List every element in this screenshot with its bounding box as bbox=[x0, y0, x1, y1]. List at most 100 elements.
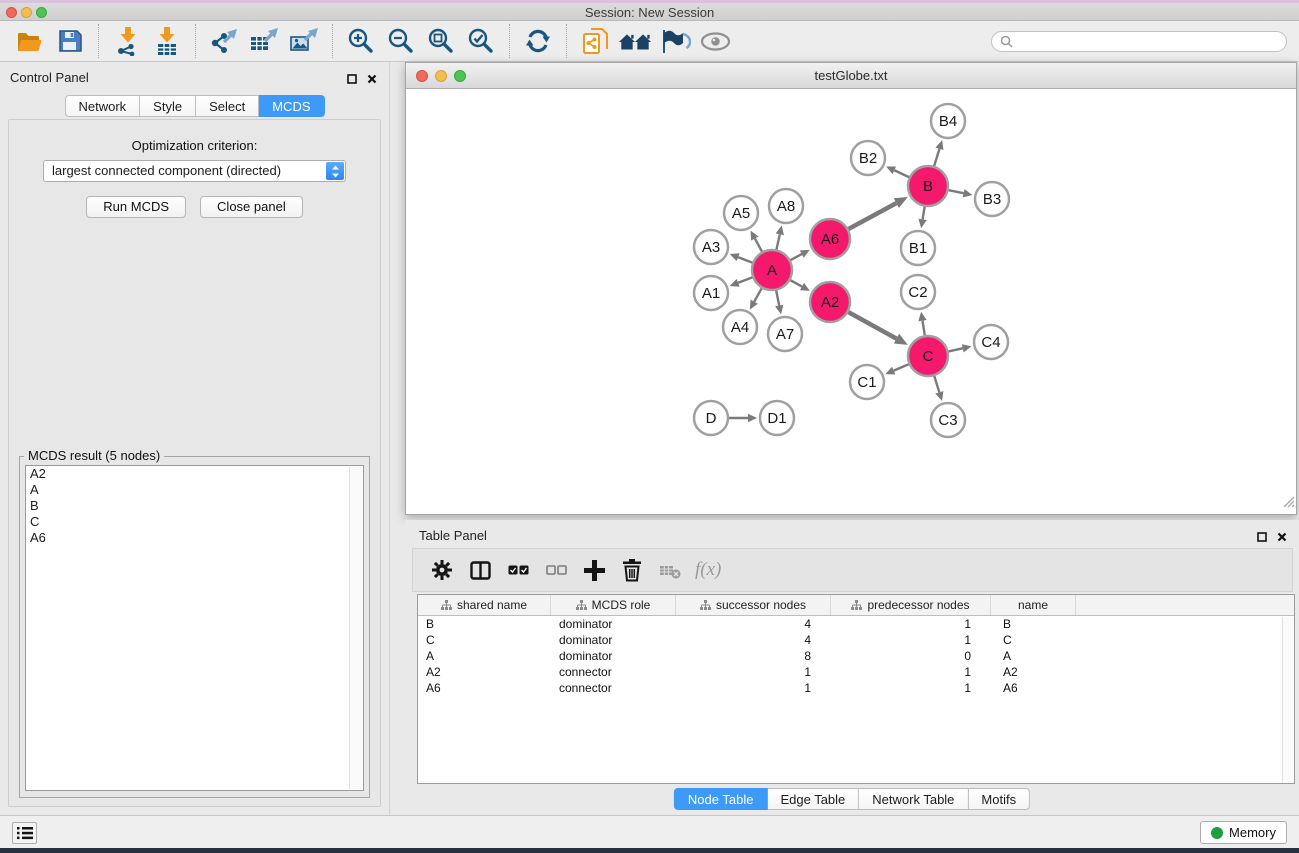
graph-edge[interactable] bbox=[848, 203, 896, 229]
list-item[interactable]: A6 bbox=[26, 530, 363, 546]
mcds-result-list[interactable]: A2ABCA6 bbox=[25, 465, 364, 791]
table-settings-button[interactable] bbox=[423, 552, 461, 588]
graph-edge[interactable] bbox=[949, 190, 964, 193]
column-header-mcds-role[interactable]: MCDS role bbox=[551, 595, 676, 615]
tab-select[interactable]: Select bbox=[196, 95, 259, 117]
memory-button[interactable]: Memory bbox=[1200, 821, 1287, 844]
search-input[interactable] bbox=[1013, 33, 1286, 50]
tab-mcds[interactable]: MCDS bbox=[259, 95, 324, 117]
graph-node-label: A3 bbox=[702, 239, 720, 256]
list-item[interactable]: A bbox=[26, 482, 363, 498]
import-network-button[interactable] bbox=[110, 24, 144, 58]
table-row[interactable]: Cdominator41C bbox=[418, 632, 1294, 648]
table-row[interactable]: Bdominator41B bbox=[418, 616, 1294, 632]
deselect-all-button[interactable] bbox=[537, 552, 575, 588]
close-panel-button[interactable] bbox=[1277, 529, 1287, 547]
task-history-button[interactable] bbox=[12, 822, 37, 844]
tab-edge-table[interactable]: Edge Table bbox=[767, 788, 859, 810]
close-panel-button[interactable] bbox=[367, 71, 377, 89]
float-panel-button[interactable] bbox=[1257, 529, 1267, 547]
close-icon bbox=[1277, 532, 1287, 542]
table-row[interactable]: A6connector11A6 bbox=[418, 680, 1294, 696]
zoom-fit-button[interactable] bbox=[424, 24, 458, 58]
add-column-button[interactable] bbox=[575, 552, 613, 588]
list-scrollbar[interactable] bbox=[349, 467, 362, 789]
run-mcds-button[interactable]: Run MCDS bbox=[86, 196, 186, 218]
cell-mcds-role: dominator bbox=[551, 632, 676, 648]
column-header-successor-nodes[interactable]: successor nodes bbox=[676, 595, 831, 615]
zoom-selected-button[interactable] bbox=[464, 24, 498, 58]
table-row[interactable]: Adominator80A bbox=[418, 648, 1294, 664]
cell-shared-name: A2 bbox=[418, 664, 551, 680]
column-header-shared-name[interactable]: shared name bbox=[418, 595, 551, 615]
close-panel-action-button[interactable]: Close panel bbox=[200, 196, 303, 218]
node-table[interactable]: shared nameMCDS rolesuccessor nodesprede… bbox=[417, 594, 1295, 784]
refresh-button[interactable] bbox=[521, 24, 555, 58]
graph-edge[interactable] bbox=[934, 376, 939, 392]
graph-edge[interactable] bbox=[754, 288, 762, 301]
zoom-in-button[interactable] bbox=[344, 24, 378, 58]
show-panels-button[interactable] bbox=[698, 24, 732, 58]
graph-edge[interactable] bbox=[738, 257, 752, 262]
clone-network-button[interactable] bbox=[578, 24, 612, 58]
graph-node-label: B1 bbox=[909, 240, 927, 257]
function-builder-button[interactable]: f(x) bbox=[695, 559, 721, 581]
resize-grip-icon[interactable] bbox=[1282, 495, 1295, 513]
tab-style[interactable]: Style bbox=[140, 95, 196, 117]
delete-table-button[interactable] bbox=[651, 552, 689, 588]
optimization-label: Optimization criterion: bbox=[9, 138, 380, 153]
tab-network-table[interactable]: Network Table bbox=[859, 788, 968, 810]
save-icon bbox=[58, 29, 82, 53]
graph-edge[interactable] bbox=[755, 238, 762, 251]
save-session-button[interactable] bbox=[53, 24, 87, 58]
list-item[interactable]: A2 bbox=[26, 466, 363, 482]
select-all-button[interactable] bbox=[499, 552, 537, 588]
split-view-button[interactable] bbox=[461, 552, 499, 588]
export-network-button[interactable] bbox=[207, 24, 241, 58]
search-box[interactable] bbox=[991, 31, 1287, 52]
control-panel-title: Control Panel bbox=[10, 70, 89, 85]
column-header-name[interactable]: name bbox=[991, 595, 1076, 615]
cell-predecessor-nodes: 1 bbox=[831, 632, 991, 648]
zoom-out-icon bbox=[387, 27, 415, 55]
graph-node-label: A7 bbox=[776, 326, 794, 343]
tab-motifs[interactable]: Motifs bbox=[968, 788, 1030, 810]
graph-edge[interactable] bbox=[894, 170, 909, 177]
graph-edge[interactable] bbox=[923, 207, 925, 220]
graph-node-label: C3 bbox=[938, 412, 957, 429]
optimization-select[interactable]: largest connected component (directed) bbox=[43, 160, 346, 182]
graph-edge[interactable] bbox=[848, 312, 896, 338]
graph-edge[interactable] bbox=[776, 234, 779, 249]
graph-edge[interactable] bbox=[790, 280, 802, 286]
node-table-header: shared nameMCDS rolesuccessor nodesprede… bbox=[418, 595, 1294, 616]
network-canvas[interactable]: B4B2BB3A5A8A6B1A3AA1C2A2A4A7C4CC1C3DD1 bbox=[406, 89, 1296, 514]
network-window-titlebar[interactable]: testGlobe.txt bbox=[406, 63, 1296, 89]
graph-edge[interactable] bbox=[922, 321, 924, 336]
zoom-out-button[interactable] bbox=[384, 24, 418, 58]
network-graph[interactable]: B4B2BB3A5A8A6B1A3AA1C2A2A4A7C4CC1C3DD1 bbox=[406, 89, 1296, 515]
cell-mcds-role: connector bbox=[551, 680, 676, 696]
import-table-button[interactable] bbox=[150, 24, 184, 58]
export-table-icon bbox=[249, 28, 279, 55]
export-table-button[interactable] bbox=[247, 24, 281, 58]
graph-edge[interactable] bbox=[934, 149, 939, 166]
table-row[interactable]: A2connector11A2 bbox=[418, 664, 1294, 680]
float-panel-button[interactable] bbox=[347, 71, 357, 89]
delete-button[interactable] bbox=[613, 552, 651, 588]
list-item[interactable]: B bbox=[26, 498, 363, 514]
home-button[interactable] bbox=[618, 24, 652, 58]
column-header-predecessor-nodes[interactable]: predecessor nodes bbox=[831, 595, 991, 615]
graph-node-label: A2 bbox=[821, 294, 839, 311]
table-scrollbar[interactable] bbox=[1282, 617, 1294, 783]
export-image-button[interactable] bbox=[287, 24, 321, 58]
graph-edge[interactable] bbox=[894, 364, 909, 370]
graph-edge[interactable] bbox=[948, 348, 962, 351]
list-item[interactable]: C bbox=[26, 514, 363, 530]
graph-edge[interactable] bbox=[791, 254, 802, 260]
graph-edge[interactable] bbox=[776, 291, 779, 306]
graph-edge[interactable] bbox=[738, 277, 752, 282]
tab-node-table[interactable]: Node Table bbox=[674, 788, 768, 810]
open-session-button[interactable] bbox=[13, 24, 47, 58]
tab-network[interactable]: Network bbox=[64, 95, 140, 117]
hide-panels-button[interactable] bbox=[658, 24, 692, 58]
